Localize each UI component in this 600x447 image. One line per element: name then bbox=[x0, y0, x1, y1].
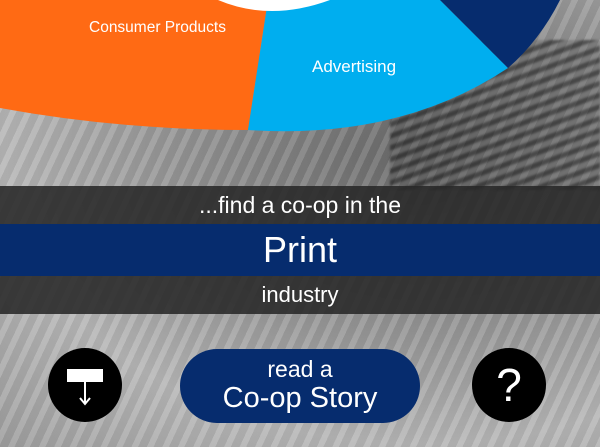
story-button-line1: read a bbox=[267, 356, 333, 382]
consumer-products-label[interactable]: Consumer Products bbox=[89, 19, 226, 37]
arrow-down-bar-icon bbox=[67, 369, 103, 406]
story-button-line2: Co-op Story bbox=[222, 382, 378, 414]
question-mark-icon: ? bbox=[496, 359, 522, 411]
read-coop-story-button[interactable]: read a Co-op Story bbox=[180, 349, 420, 423]
headline-prefix: ...find a co-op in the bbox=[0, 186, 600, 224]
selected-industry: Print bbox=[0, 224, 600, 276]
headline-suffix: industry bbox=[0, 276, 600, 314]
help-button[interactable]: ? bbox=[472, 348, 546, 422]
advertising-label[interactable]: Advertising bbox=[312, 57, 396, 77]
dropdown-menu-button[interactable] bbox=[48, 348, 122, 422]
